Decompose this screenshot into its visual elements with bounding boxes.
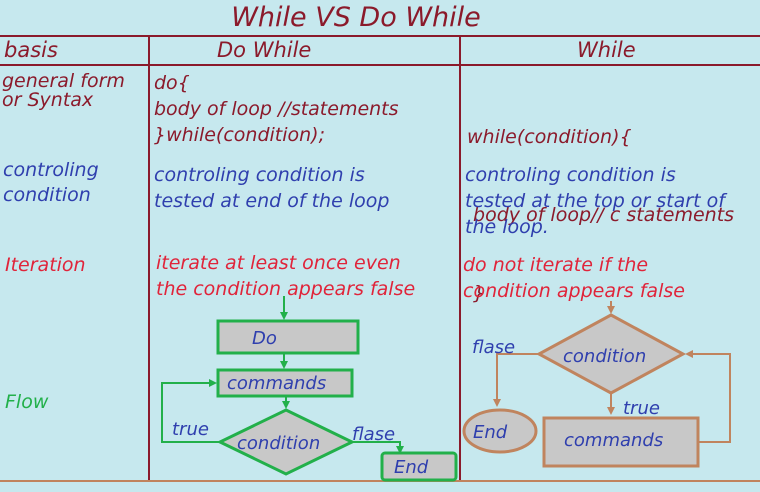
w-false-path [493, 353, 539, 407]
do-while-flowchart: Do commands condition true flase End [161, 296, 458, 482]
flowcharts: Do commands condition true flase End con… [161, 296, 731, 482]
dw-true-label: true [172, 419, 209, 440]
w-condition-text: condition [563, 346, 646, 367]
dw-condition-text: condition [237, 433, 320, 454]
dw-do-box [216, 319, 360, 355]
w-true-label: true [623, 398, 660, 419]
dw-end-text: End [394, 457, 429, 478]
w-end-text: End [473, 422, 508, 443]
dw-do-text: Do [252, 328, 277, 349]
dw-commands-text: commands [227, 373, 326, 394]
while-flowchart: condition flase End true commands [462, 301, 731, 468]
dw-false-label: flase [352, 424, 395, 445]
w-commands-text: commands [564, 430, 663, 451]
w-false-label: flase [472, 337, 515, 358]
